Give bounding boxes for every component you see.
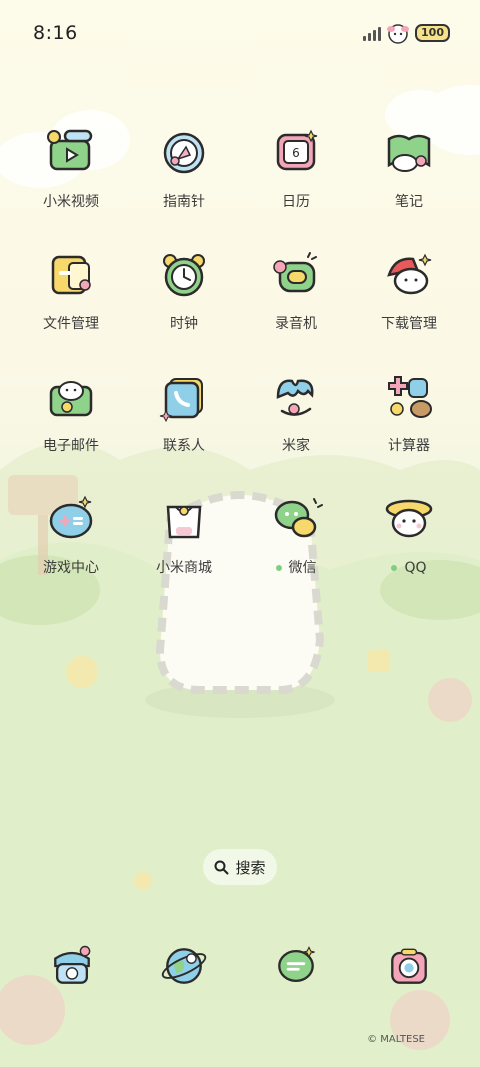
- app-compass[interactable]: 指南针: [128, 125, 240, 212]
- download-icon: [387, 253, 432, 295]
- app-label-text: 微信: [288, 560, 317, 576]
- home-screen: 8:16 100 小米视频 指南针 6 日历 笔记 文件管理 时钟 录音机 下载…: [0, 0, 480, 1067]
- shopping-bag-icon: [166, 505, 202, 539]
- camera-icon: [391, 948, 427, 984]
- app-label: 计算器: [388, 438, 430, 454]
- status-bar: 8:16 100: [0, 0, 480, 68]
- wallpaper-credit: © MALTESE: [367, 1034, 425, 1045]
- app-contacts[interactable]: 联系人: [128, 369, 240, 456]
- app-calculator[interactable]: 计算器: [353, 369, 465, 456]
- app-label: 日历: [282, 194, 310, 210]
- app-label: 小米视频: [43, 194, 99, 210]
- app-label-text: QQ: [404, 560, 427, 576]
- app-label: 电子邮件: [43, 438, 99, 454]
- dock-browser[interactable]: [128, 940, 240, 996]
- dock-camera[interactable]: [353, 940, 465, 996]
- app-label: 文件管理: [43, 316, 99, 332]
- app-calendar[interactable]: 6 日历: [240, 125, 352, 212]
- video-icon: [47, 129, 93, 171]
- messages-icon: [278, 946, 315, 983]
- app-label: 小米商城: [156, 560, 212, 576]
- browser-icon: [161, 948, 207, 984]
- app-email[interactable]: 电子邮件: [15, 369, 127, 456]
- mijia-icon: [276, 379, 314, 416]
- new-badge-dot: [275, 565, 282, 571]
- calculator-icon: [388, 376, 432, 418]
- app-label: 联系人: [163, 438, 205, 454]
- app-qq[interactable]: QQ: [353, 491, 465, 578]
- app-notes[interactable]: 笔记: [353, 125, 465, 212]
- search-label: 搜索: [235, 858, 266, 877]
- app-xiaomi-video[interactable]: 小米视频: [15, 125, 127, 212]
- recorder-icon: [273, 252, 317, 293]
- app-file-manager[interactable]: 文件管理: [15, 247, 127, 334]
- new-badge-dot: [391, 565, 398, 571]
- signal-icon: [363, 25, 382, 41]
- calendar-icon: 6: [276, 129, 318, 171]
- app-game-center[interactable]: 游戏中心: [15, 491, 127, 578]
- app-label: 下载管理: [381, 316, 437, 332]
- app-mi-store[interactable]: 小米商城: [128, 491, 240, 578]
- app-download-manager[interactable]: 下载管理: [353, 247, 465, 334]
- folder-icon: [51, 255, 91, 295]
- app-label: 微信: [240, 558, 352, 578]
- app-mijia[interactable]: 米家: [240, 369, 352, 456]
- dock-phone[interactable]: [16, 940, 128, 996]
- clock-icon: [163, 254, 205, 297]
- wechat-icon: [274, 498, 323, 538]
- app-label: QQ: [353, 558, 465, 578]
- app-label: 笔记: [395, 194, 423, 210]
- calendar-day: 6: [292, 146, 300, 160]
- status-indicators: 100: [363, 22, 450, 44]
- app-wechat[interactable]: 微信: [240, 491, 352, 578]
- qq-icon: [385, 499, 433, 538]
- status-time: 8:16: [33, 22, 78, 44]
- notes-icon: [387, 134, 431, 172]
- contacts-icon: [159, 378, 203, 423]
- app-label: 米家: [282, 438, 310, 454]
- dock-messages[interactable]: [240, 940, 352, 996]
- app-label: 录音机: [275, 316, 317, 332]
- search-icon: [214, 860, 229, 874]
- app-recorder[interactable]: 录音机: [240, 247, 352, 334]
- battery-indicator: 100: [415, 24, 450, 42]
- app-label: 指南针: [163, 194, 205, 210]
- search-button[interactable]: 搜索: [203, 849, 277, 885]
- dog-face-icon: [387, 24, 410, 44]
- email-icon: [49, 381, 93, 417]
- phone-icon: [54, 945, 91, 984]
- app-label: 游戏中心: [43, 560, 99, 576]
- app-label: 时钟: [170, 316, 198, 332]
- gamepad-icon: [49, 495, 93, 539]
- app-clock[interactable]: 时钟: [128, 247, 240, 334]
- compass-icon: [163, 132, 205, 174]
